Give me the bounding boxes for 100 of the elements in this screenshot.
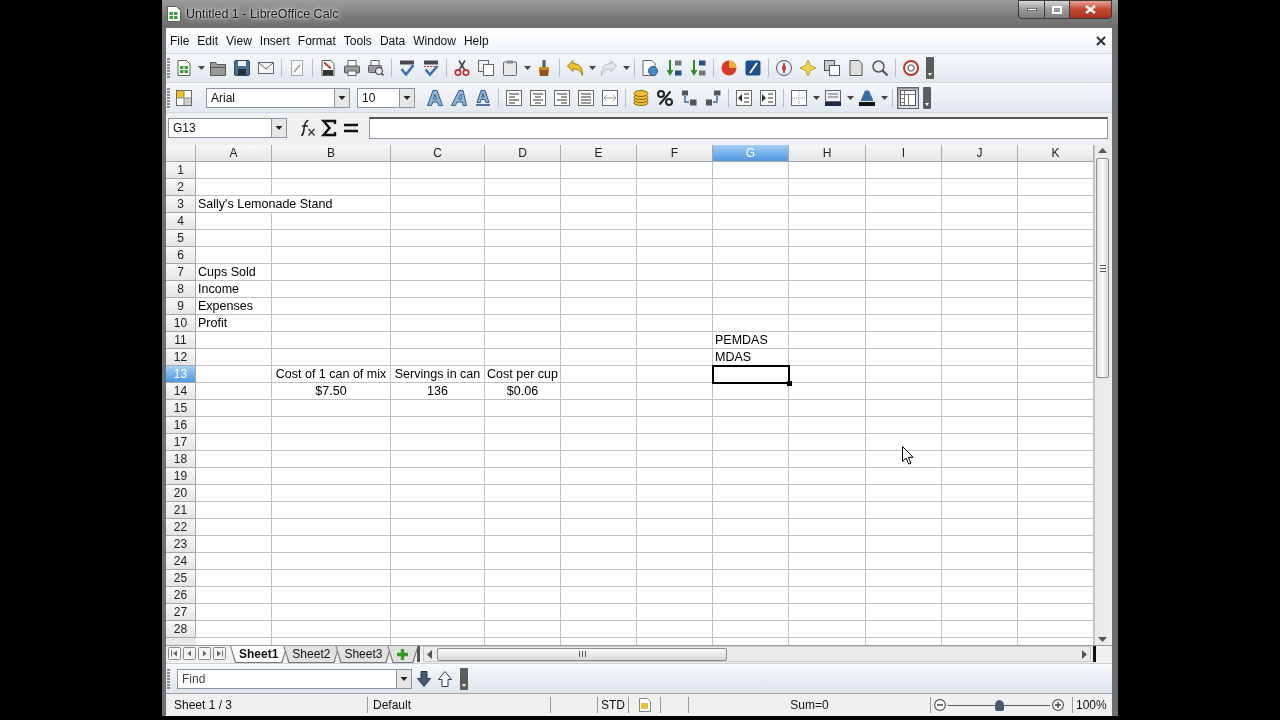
paintbrush-icon[interactable]: [536, 60, 552, 76]
page-icon[interactable]: [848, 60, 864, 76]
zoom-in-icon[interactable]: [1052, 699, 1064, 711]
row-header[interactable]: 20: [166, 485, 196, 502]
row-header[interactable]: 23: [166, 536, 196, 553]
clipboard-icon[interactable]: [502, 60, 518, 76]
scrollbar-thumb[interactable]: [437, 647, 727, 661]
column-header[interactable]: I: [866, 145, 942, 162]
column-header[interactable]: J: [942, 145, 1018, 162]
drag-handle-icon[interactable]: [167, 668, 170, 689]
row-header[interactable]: 3: [166, 196, 196, 213]
row-header[interactable]: 7: [166, 264, 196, 281]
pdf-icon[interactable]: [320, 60, 336, 76]
compass-icon[interactable]: [776, 60, 792, 76]
menu-item[interactable]: Window: [409, 31, 460, 50]
spelling-check-icon[interactable]: [399, 60, 415, 76]
arrow-down-icon[interactable]: [417, 670, 431, 687]
column-header[interactable]: A: [196, 145, 272, 162]
formula-input[interactable]: [369, 117, 1108, 139]
dropdown-icon[interactable]: [334, 87, 350, 108]
percent-icon[interactable]: [657, 89, 673, 106]
row-header[interactable]: 22: [166, 519, 196, 536]
undo-icon[interactable]: [567, 60, 583, 76]
row-header[interactable]: 4: [166, 213, 196, 230]
auto-spelling-icon[interactable]: [423, 60, 439, 76]
menu-item[interactable]: Insert: [255, 31, 294, 50]
row-header[interactable]: 15: [166, 400, 196, 417]
delete-decimal-icon[interactable]: [705, 89, 721, 106]
find-field[interactable]: Find: [177, 668, 396, 689]
font-name-field[interactable]: Arial: [206, 87, 334, 108]
row-header[interactable]: 27: [166, 604, 196, 621]
menu-item[interactable]: Tools: [339, 31, 376, 50]
row-header[interactable]: 11: [166, 332, 196, 349]
pen-tile-icon[interactable]: [745, 60, 761, 76]
horizontal-scrollbar[interactable]: [423, 646, 1091, 662]
quad-grid-icon[interactable]: [176, 89, 192, 106]
row-header[interactable]: 2: [166, 179, 196, 196]
minimize-icon[interactable]: [1026, 8, 1037, 11]
caret-icon[interactable]: [846, 95, 854, 100]
close-icon[interactable]: [1096, 35, 1106, 46]
plus-icon[interactable]: [397, 648, 409, 660]
column-header[interactable]: B: [272, 145, 391, 162]
coin-stack-icon[interactable]: [633, 89, 649, 106]
row-header[interactable]: 24: [166, 553, 196, 570]
merge-cells-icon[interactable]: [602, 89, 618, 106]
row-header[interactable]: 28: [166, 621, 196, 638]
magnifier-icon[interactable]: [872, 60, 888, 76]
add-decimal-icon[interactable]: [681, 89, 697, 106]
row-header[interactable]: 18: [166, 451, 196, 468]
folder-icon[interactable]: [210, 60, 226, 76]
stacked-squares-icon[interactable]: [824, 60, 840, 76]
row-header[interactable]: 1: [166, 162, 196, 179]
pie-chart-icon[interactable]: [721, 60, 737, 76]
cell-reference-field[interactable]: G13: [168, 118, 271, 138]
row-header[interactable]: 14: [166, 383, 196, 400]
row-header[interactable]: 10: [166, 315, 196, 332]
caret-icon[interactable]: [812, 95, 820, 100]
row-header[interactable]: 16: [166, 417, 196, 434]
toolbar-overflow-icon[interactable]: [926, 57, 934, 79]
background-color-icon[interactable]: [825, 89, 841, 106]
column-header[interactable]: D: [485, 145, 561, 162]
drag-handle-icon[interactable]: [167, 58, 170, 78]
scroll-right-icon[interactable]: [1082, 649, 1087, 659]
copy-icon[interactable]: [478, 60, 494, 76]
menu-item[interactable]: File: [166, 31, 194, 50]
minimize-button[interactable]: [1018, 0, 1045, 19]
sort-descending-icon[interactable]: [690, 60, 706, 76]
dropdown-icon[interactable]: [399, 87, 415, 108]
font-size-field[interactable]: 10: [357, 87, 399, 108]
menu-item[interactable]: View: [222, 31, 256, 50]
italic-icon[interactable]: [451, 89, 467, 106]
justify-icon[interactable]: [578, 89, 594, 106]
lifebuoy-icon[interactable]: [903, 60, 919, 76]
row-header[interactable]: 19: [166, 468, 196, 485]
row-header[interactable]: 25: [166, 570, 196, 587]
align-center-icon[interactable]: [530, 89, 546, 106]
row-header[interactable]: 5: [166, 230, 196, 247]
printer-icon[interactable]: [344, 60, 360, 76]
borders-icon[interactable]: [791, 89, 807, 106]
row-header[interactable]: 6: [166, 247, 196, 264]
dropdown-icon[interactable]: [396, 668, 412, 689]
column-header[interactable]: E: [561, 145, 637, 162]
menu-item[interactable]: Help: [459, 31, 493, 50]
envelope-icon[interactable]: [258, 60, 274, 76]
scroll-left-icon[interactable]: [427, 649, 432, 659]
slider-thumb[interactable]: [994, 699, 1004, 711]
toolbar-overflow-icon[interactable]: [460, 667, 468, 690]
toolbar-overflow-icon[interactable]: [923, 86, 931, 109]
vertical-scrollbar[interactable]: [1094, 145, 1110, 645]
sum-icon[interactable]: [322, 120, 336, 136]
scroll-down-icon[interactable]: [1098, 637, 1107, 642]
scissors-icon[interactable]: [454, 60, 470, 76]
scrollbar-thumb[interactable]: [1096, 158, 1109, 378]
row-header[interactable]: 9: [166, 298, 196, 315]
pencil-page-icon[interactable]: [289, 60, 305, 76]
decrease-indent-icon[interactable]: [736, 89, 752, 106]
caret-icon[interactable]: [523, 66, 531, 70]
underline-icon[interactable]: [475, 89, 491, 106]
font-color-icon[interactable]: [859, 89, 875, 106]
menu-item[interactable]: Edit: [193, 31, 223, 50]
